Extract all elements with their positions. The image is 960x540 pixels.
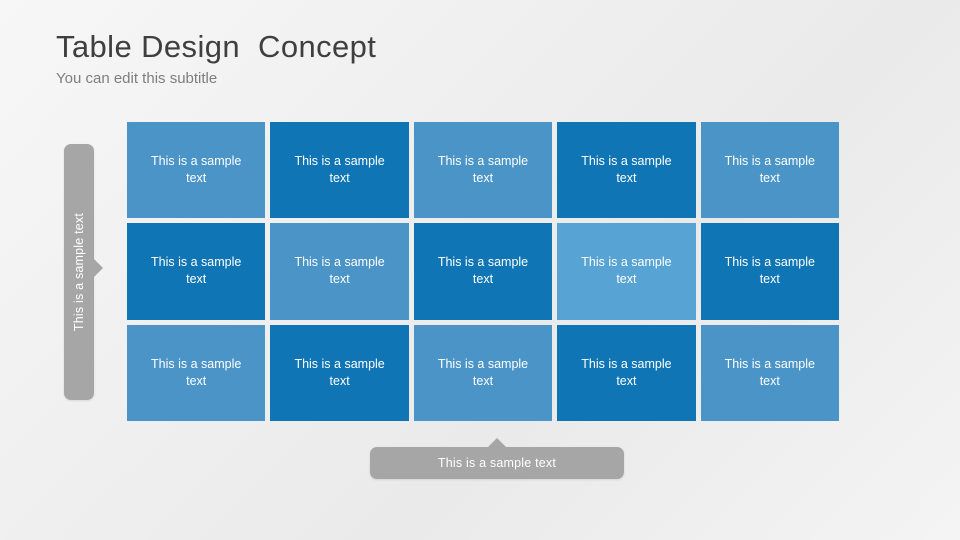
table-cell-text: This is a sample text [581,255,672,287]
table-cell-text: This is a sample text [437,356,529,388]
row-label-arrow-icon [94,259,103,277]
row-label-text: This is a sample text [72,212,86,332]
table-cell-text: This is a sample text [437,154,529,186]
table-cell-text: This is a sample text [437,255,529,287]
table-cell-text: This is a sample text [151,154,242,186]
table-cell-text: This is a sample text [581,356,672,388]
column-label-callout[interactable]: This is a sample text [370,447,624,479]
table-cell[interactable]: This is a sample text [700,122,839,219]
table-cell-text: This is a sample text [294,356,385,388]
table-cell[interactable]: This is a sample text [127,223,266,320]
table-cell-text: This is a sample text [724,154,815,186]
table-cell[interactable]: This is a sample text [270,122,409,219]
column-label-arrow-icon [488,438,506,447]
slide-canvas: Table Design Concept You can edit this s… [0,0,960,540]
table-cell[interactable]: This is a sample text [413,122,553,219]
row-label-callout[interactable]: This is a sample text [64,144,94,400]
table-cell[interactable]: This is a sample text [557,223,696,320]
page-title: Table Design Concept [56,29,377,64]
table-cell-text: This is a sample text [294,255,385,287]
slide-header: Table Design Concept You can edit this s… [56,28,756,89]
table-cell-text: This is a sample text [724,255,815,287]
table-cell-text: This is a sample text [581,154,672,186]
table-cell[interactable]: This is a sample text [413,223,553,320]
table-cell[interactable]: This is a sample text [127,324,266,421]
table-cell[interactable]: This is a sample text [557,122,696,219]
column-label-text: This is a sample text [437,456,557,470]
page-subtitle: You can edit this subtitle [56,70,218,87]
table-cell[interactable]: This is a sample text [127,122,266,219]
table-grid: This is a sample text This is a sample te… [127,122,839,421]
table-cell-text: This is a sample text [294,154,385,186]
table-cell[interactable]: This is a sample text [413,324,553,421]
table-cell[interactable]: This is a sample text [700,324,839,421]
table-cell-text: This is a sample text [151,356,242,388]
table-cell-text: This is a sample text [151,255,242,287]
table-cell[interactable]: This is a sample text [700,223,839,320]
table-cell-text: This is a sample text [724,356,815,388]
table-cell[interactable]: This is a sample text [270,223,409,320]
table-cell[interactable]: This is a sample text [557,324,696,421]
table-cell[interactable]: This is a sample text [270,324,409,421]
